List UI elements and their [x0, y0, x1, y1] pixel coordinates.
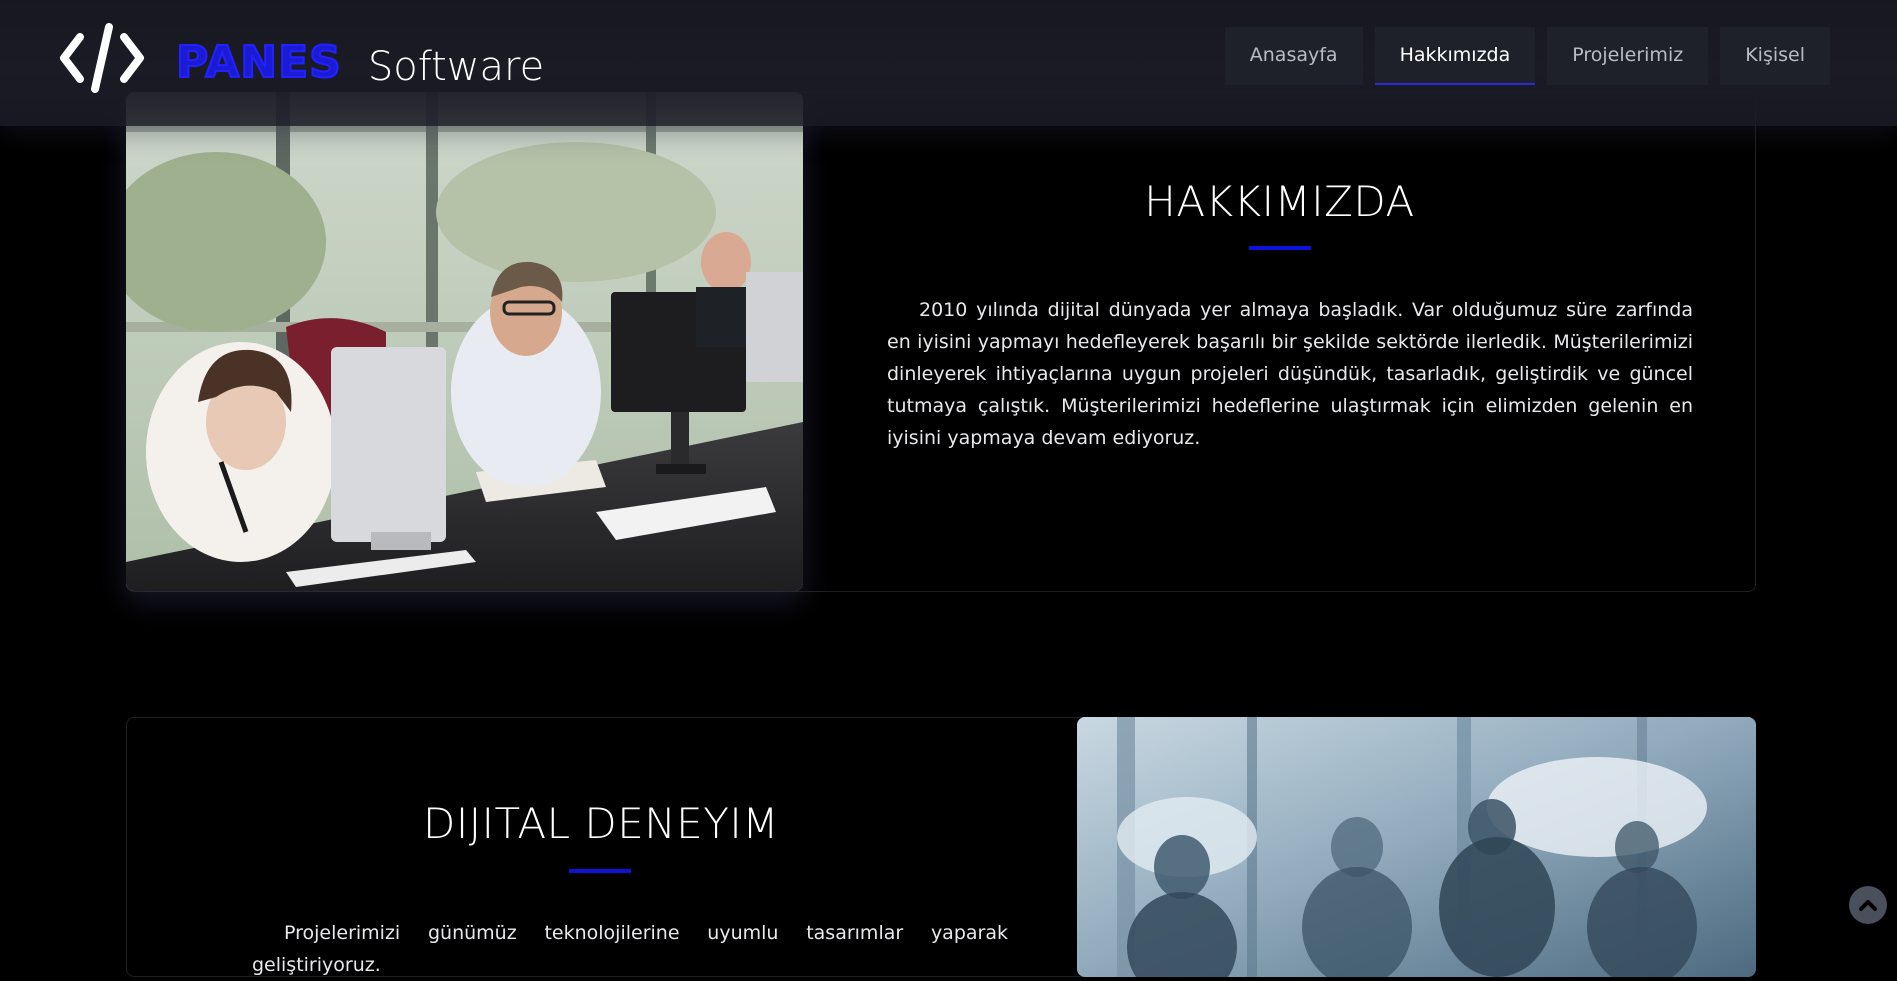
- chevron-up-icon: [1856, 893, 1880, 917]
- nav-home[interactable]: Anasayfa: [1225, 27, 1363, 85]
- scroll-to-top-button[interactable]: [1849, 886, 1887, 924]
- digital-title: DIJITAL DENEYIM: [126, 799, 1076, 848]
- about-content: HAKKIMIZDA 2010 yılında dijital dünyada …: [803, 92, 1756, 592]
- nav-projects[interactable]: Projelerimiz: [1547, 27, 1708, 85]
- about-title-underline: [1249, 246, 1311, 250]
- main-nav: Anasayfa Hakkımızda Projelerimiz Kişisel: [1225, 27, 1830, 85]
- nav-about[interactable]: Hakkımızda: [1375, 27, 1536, 85]
- code-icon: [58, 23, 146, 93]
- brand-name: PANES: [176, 37, 342, 88]
- nav-personal[interactable]: Kişisel: [1720, 27, 1830, 85]
- navbar: PANES Software Anasayfa Hakkımızda Proje…: [0, 0, 1897, 126]
- brand[interactable]: PANES Software: [58, 20, 544, 95]
- digital-content: DIJITAL DENEYIM Projelerimizi günümüz te…: [126, 717, 1076, 977]
- about-title: HAKKIMIZDA: [803, 177, 1756, 226]
- office-photo: [126, 92, 803, 591]
- brand-suffix: Software: [368, 44, 544, 90]
- team-photo: [1077, 717, 1756, 977]
- digital-text: Projelerimizi günümüz teknolojilerine uy…: [252, 917, 1008, 981]
- digital-title-underline: [569, 869, 631, 873]
- about-text: 2010 yılında dijital dünyada yer almaya …: [887, 294, 1693, 454]
